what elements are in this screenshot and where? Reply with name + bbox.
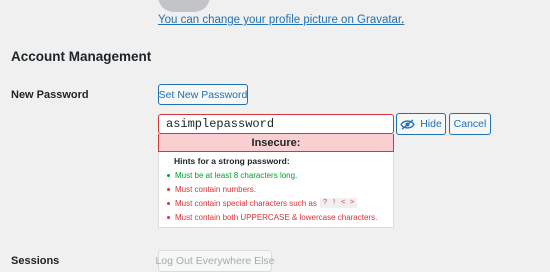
password-hints-box: Hints for a strong password: Must be at … — [158, 152, 394, 228]
gravatar-link[interactable]: You can change your profile picture on G… — [158, 14, 404, 26]
hint-item: Must contain both UPPERCASE & lowercase … — [167, 210, 385, 224]
hint-text: Must be at least 8 characters long. — [175, 170, 298, 180]
sessions-label: Sessions — [11, 255, 60, 267]
error-bullet-icon — [167, 215, 170, 219]
hints-title: Hints for a strong password: — [174, 156, 290, 166]
hint-item: Must be at least 8 characters long. — [167, 168, 385, 182]
gravatar-link-period: . — [401, 14, 405, 26]
check-bullet-icon — [167, 173, 170, 177]
avatar — [158, 0, 210, 12]
cancel-button[interactable]: Cancel — [449, 113, 491, 135]
hint-text: Must contain numbers. — [175, 184, 256, 194]
hint-text: Must contain both UPPERCASE & lowercase … — [175, 212, 378, 222]
hint-text: Must contain special characters such as — [175, 198, 317, 208]
log-out-everywhere-button[interactable]: Log Out Everywhere Else — [155, 250, 275, 272]
hint-item: Must contain numbers. — [167, 182, 385, 196]
password-strength-indicator: Insecure: — [158, 134, 394, 152]
error-bullet-icon — [167, 201, 170, 205]
hide-button-label: Hide — [420, 118, 442, 130]
new-password-label: New Password — [11, 89, 89, 101]
section-title-account-management: Account Management — [11, 49, 152, 64]
hide-password-button[interactable]: Hide — [396, 113, 446, 135]
hint-item: Must contain special characters such as … — [167, 196, 385, 210]
special-characters-code: ? ! < > — [319, 198, 358, 208]
password-input[interactable] — [158, 114, 394, 134]
eye-slash-icon — [400, 118, 415, 130]
set-new-password-button[interactable]: Set New Password — [158, 84, 248, 105]
error-bullet-icon — [167, 187, 170, 191]
